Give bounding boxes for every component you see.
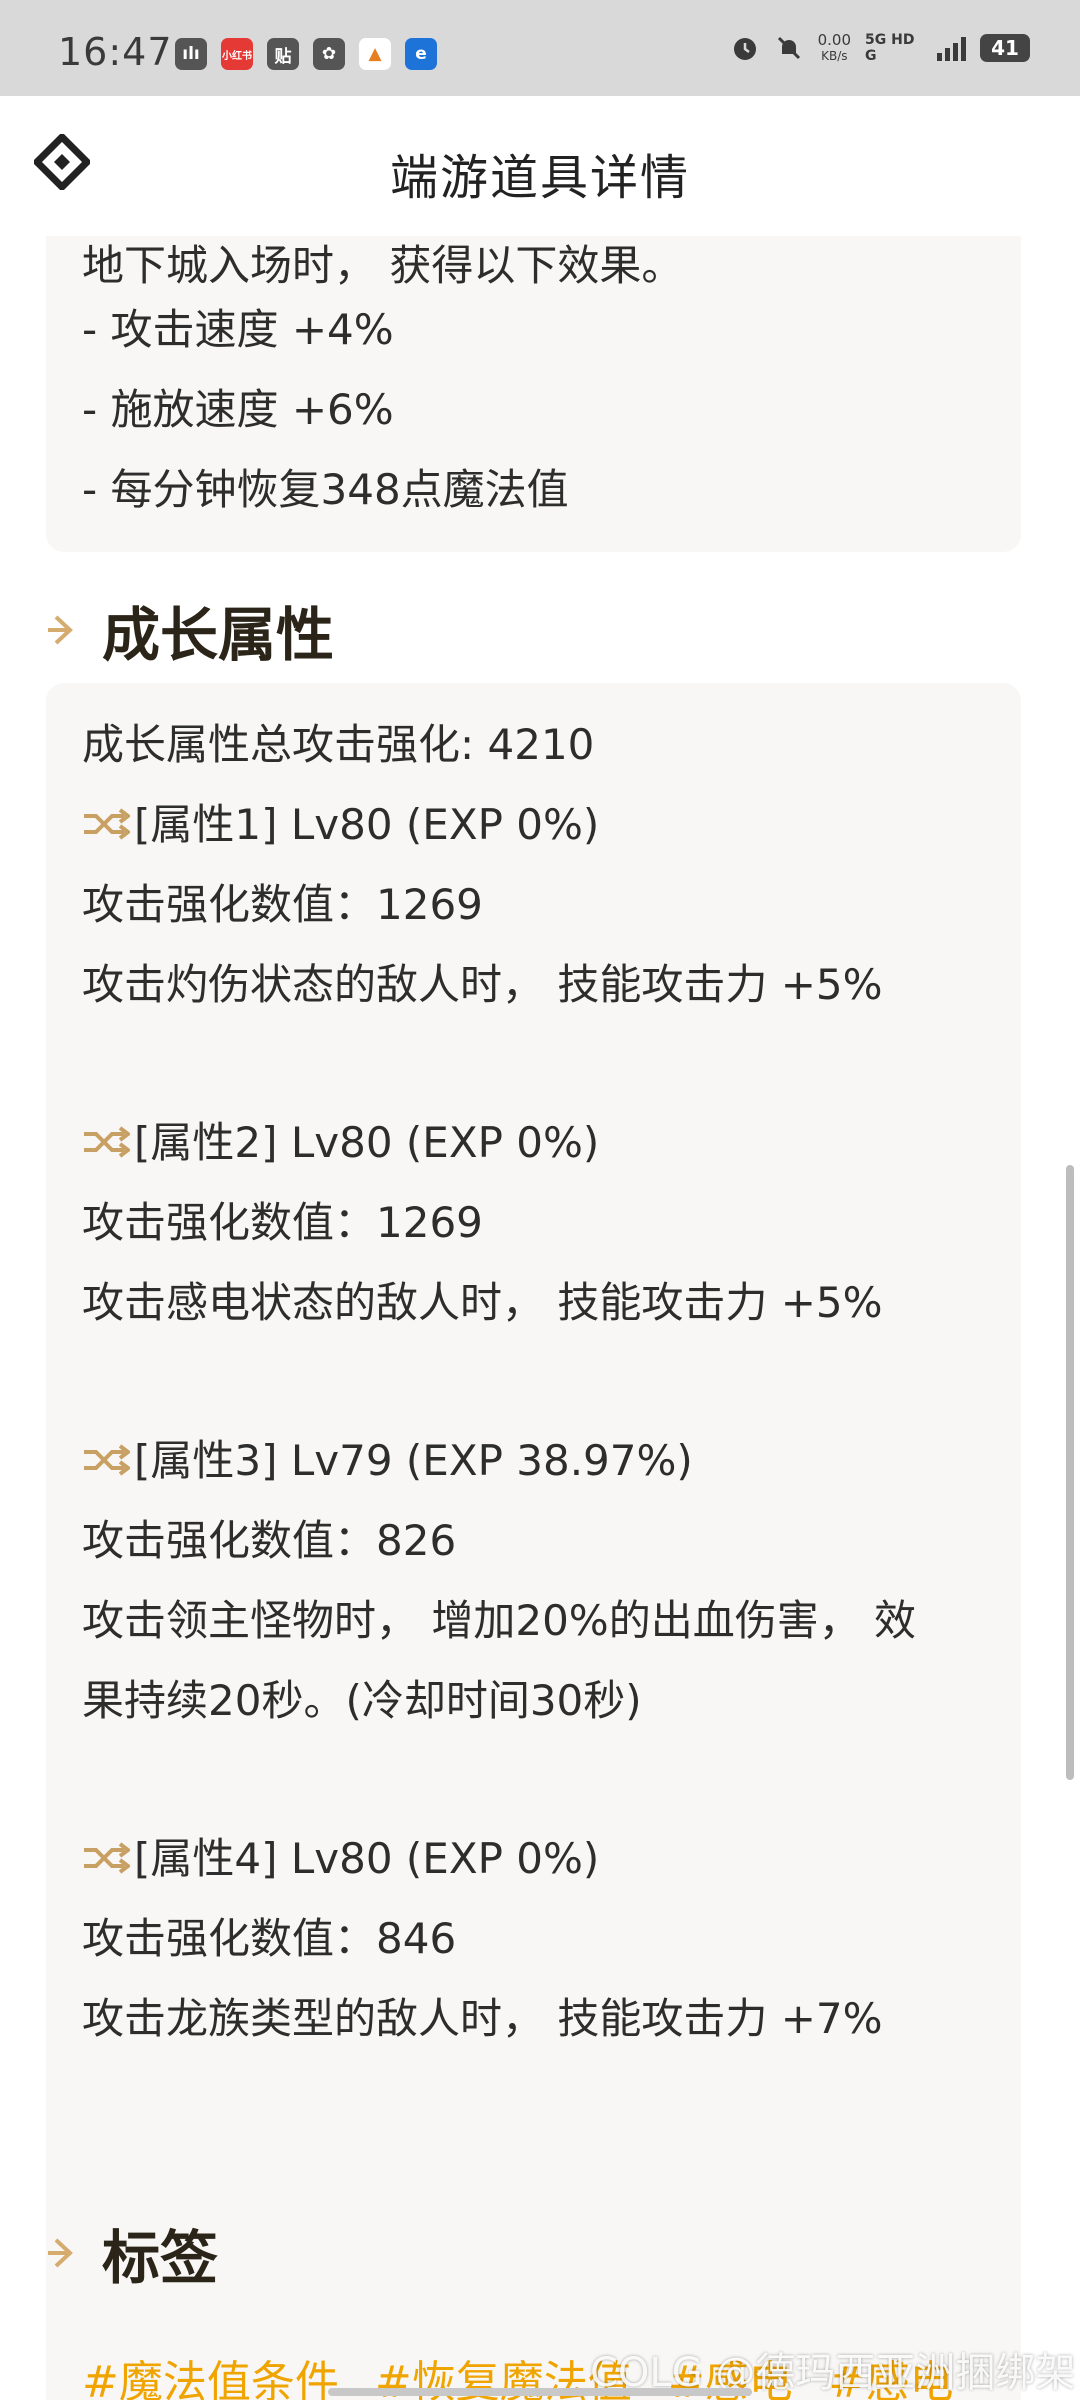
status-right: 0.00 KB/s 5G HD G 41 bbox=[730, 32, 1030, 64]
attr-head: [属性2] Lv80 (EXP 0%) bbox=[82, 1109, 599, 1170]
attr-head: [属性3] Lv79 (EXP 38.97%) bbox=[82, 1427, 693, 1488]
net-speed: 0.00 KB/s bbox=[817, 31, 851, 63]
attr-head: [属性4] Lv80 (EXP 0%) bbox=[82, 1825, 599, 1886]
attr-desc: 攻击龙族类型的敌人时， 技能攻击力 +7% bbox=[82, 1994, 883, 2043]
shuffle-icon bbox=[84, 1125, 130, 1158]
attr-value: 攻击强化数值：846 bbox=[82, 1914, 457, 1963]
attr-value: 攻击强化数值：826 bbox=[82, 1516, 457, 1565]
arrow-right-icon bbox=[48, 615, 73, 645]
app-header: 端游道具详情 bbox=[0, 96, 1080, 236]
battery-icon: 41 bbox=[980, 34, 1030, 62]
status-time: 16:47 bbox=[58, 30, 173, 74]
tag-item[interactable]: #魔法值条件 bbox=[82, 2346, 339, 2400]
growth-total: 成长属性总攻击强化: 4210 bbox=[82, 720, 595, 769]
arrow-right-icon bbox=[48, 2238, 73, 2268]
voice-app-icon: ılı bbox=[175, 38, 207, 70]
effect-line: - 每分钟恢复348点魔法值 bbox=[82, 465, 569, 514]
tags-section-heading: 标签 bbox=[46, 2211, 218, 2295]
effect-line: 地下城入场时， 获得以下效果。 bbox=[82, 241, 684, 290]
tieba-icon: 贴 bbox=[267, 38, 299, 70]
mute-bell-icon bbox=[777, 36, 800, 60]
shuffle-icon bbox=[84, 1443, 130, 1476]
shuffle-icon bbox=[84, 1841, 130, 1874]
attr-desc: 果持续20秒。(冷却时间30秒) bbox=[82, 1676, 642, 1725]
effect-line: - 施放速度 +6% bbox=[82, 385, 394, 434]
home-indicator[interactable] bbox=[328, 2388, 752, 2396]
growth-card: 成长属性总攻击强化: 4210 [属性1] Lv80 (EXP 0%) 攻击强化… bbox=[46, 683, 1021, 2400]
network-type: 5G HD G bbox=[865, 32, 915, 64]
xiaohongshu-icon: 小红书 bbox=[221, 38, 253, 70]
attr-value: 攻击强化数值：1269 bbox=[82, 1198, 483, 1247]
effect-card: 地下城入场时， 获得以下效果。 - 攻击速度 +4% - 施放速度 +6% - … bbox=[46, 236, 1021, 552]
scrollbar[interactable] bbox=[1066, 1165, 1074, 1780]
signal-icon bbox=[937, 35, 966, 61]
notification-icons: ılı 小红书 贴 ✿ ▲ e bbox=[175, 38, 437, 70]
item-detail-content[interactable]: 地下城入场时， 获得以下效果。 - 攻击速度 +4% - 施放速度 +6% - … bbox=[0, 236, 1080, 2400]
attr-desc: 攻击灼伤状态的敌人时， 技能攻击力 +5% bbox=[82, 960, 883, 1009]
status-bar: 16:47 ılı 小红书 贴 ✿ ▲ e 0.00 KB/s 5G HD G … bbox=[0, 0, 1080, 96]
alarm-icon bbox=[733, 38, 756, 60]
attr-desc: 攻击感电状态的敌人时， 技能攻击力 +5% bbox=[82, 1278, 883, 1327]
wechat-icon: ✿ bbox=[313, 38, 345, 70]
attr-head: [属性1] Lv80 (EXP 0%) bbox=[82, 791, 599, 852]
tags-title: 标签 bbox=[102, 2224, 219, 2292]
attr-desc: 攻击领主怪物时， 增加20%的出血伤害， 效 bbox=[82, 1596, 917, 1645]
page-title: 端游道具详情 bbox=[389, 150, 690, 206]
colorful-app-icon: ▲ bbox=[359, 38, 391, 70]
growth-title: 成长属性 bbox=[102, 601, 335, 669]
shuffle-icon bbox=[84, 807, 130, 840]
effect-line: - 攻击速度 +4% bbox=[82, 305, 394, 354]
growth-section-heading: 成长属性 bbox=[46, 588, 334, 672]
browser-icon: e bbox=[405, 38, 437, 70]
attr-value: 攻击强化数值：1269 bbox=[82, 880, 483, 929]
